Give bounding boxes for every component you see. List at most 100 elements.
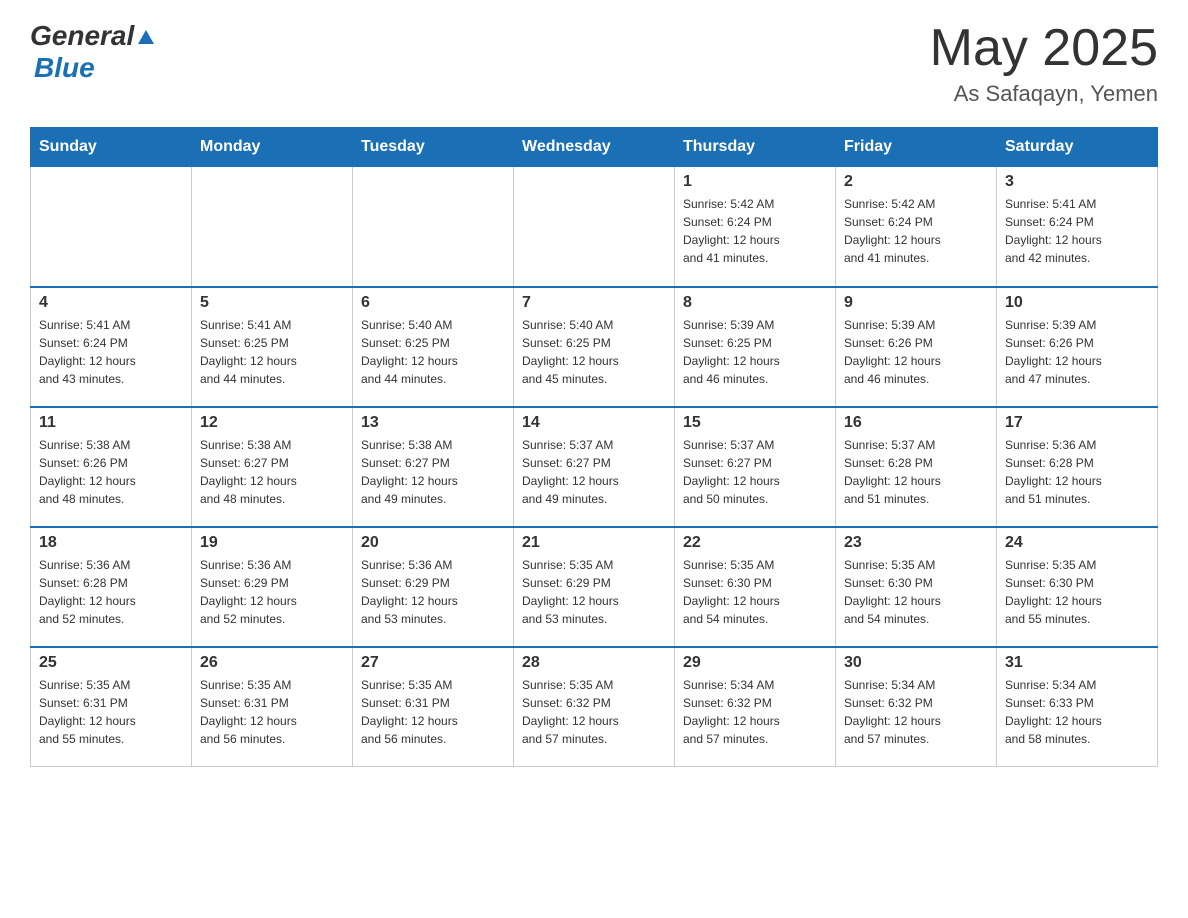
table-row: 31 Sunrise: 5:34 AM Sunset: 6:33 PM Dayli…: [997, 647, 1158, 767]
day-info: Sunrise: 5:37 AM Sunset: 6:28 PM Dayligh…: [844, 436, 988, 508]
day-info: Sunrise: 5:39 AM Sunset: 6:25 PM Dayligh…: [683, 316, 827, 388]
day-info: Sunrise: 5:34 AM Sunset: 6:32 PM Dayligh…: [844, 676, 988, 748]
day-number: 31: [1005, 654, 1149, 672]
day-info: Sunrise: 5:35 AM Sunset: 6:31 PM Dayligh…: [200, 676, 344, 748]
table-row: 30 Sunrise: 5:34 AM Sunset: 6:32 PM Dayli…: [836, 647, 997, 767]
table-row: 3Sunrise: 5:41 AM Sunset: 6:24 PM Daylig…: [997, 167, 1158, 287]
day-info: Sunrise: 5:36 AM Sunset: 6:29 PM Dayligh…: [361, 556, 505, 628]
day-info: Sunrise: 5:34 AM Sunset: 6:32 PM Dayligh…: [683, 676, 827, 748]
table-row: [192, 167, 353, 287]
table-row: 28 Sunrise: 5:35 AM Sunset: 6:32 PM Dayli…: [514, 647, 675, 767]
logo-blue-text: Blue: [34, 52, 95, 84]
day-number: 25: [39, 654, 183, 672]
day-number: 21: [522, 534, 666, 552]
page-header: General Blue May 2025 As Safaqayn, Yemen: [30, 20, 1158, 107]
location-subtitle: As Safaqayn, Yemen: [930, 81, 1158, 107]
day-info: Sunrise: 5:35 AM Sunset: 6:29 PM Dayligh…: [522, 556, 666, 628]
day-info: Sunrise: 5:41 AM Sunset: 6:24 PM Dayligh…: [1005, 195, 1149, 267]
col-monday: Monday: [192, 128, 353, 167]
day-number: 2: [844, 173, 988, 191]
col-thursday: Thursday: [675, 128, 836, 167]
calendar-week-row: 25 Sunrise: 5:35 AM Sunset: 6:31 PM Dayli…: [31, 647, 1158, 767]
table-row: 15 Sunrise: 5:37 AM Sunset: 6:27 PM Dayli…: [675, 407, 836, 527]
col-friday: Friday: [836, 128, 997, 167]
table-row: 27 Sunrise: 5:35 AM Sunset: 6:31 PM Dayli…: [353, 647, 514, 767]
table-row: 6Sunrise: 5:40 AM Sunset: 6:25 PM Daylig…: [353, 287, 514, 407]
day-number: 23: [844, 534, 988, 552]
table-row: 4Sunrise: 5:41 AM Sunset: 6:24 PM Daylig…: [31, 287, 192, 407]
day-number: 27: [361, 654, 505, 672]
day-info: Sunrise: 5:35 AM Sunset: 6:30 PM Dayligh…: [1005, 556, 1149, 628]
day-number: 15: [683, 414, 827, 432]
month-year-title: May 2025: [930, 20, 1158, 77]
day-info: Sunrise: 5:34 AM Sunset: 6:33 PM Dayligh…: [1005, 676, 1149, 748]
table-row: 1Sunrise: 5:42 AM Sunset: 6:24 PM Daylig…: [675, 167, 836, 287]
day-number: 28: [522, 654, 666, 672]
table-row: 14Sunrise: 5:37 AM Sunset: 6:27 PM Dayli…: [514, 407, 675, 527]
calendar-week-row: 4Sunrise: 5:41 AM Sunset: 6:24 PM Daylig…: [31, 287, 1158, 407]
table-row: 10 Sunrise: 5:39 AM Sunset: 6:26 PM Dayli…: [997, 287, 1158, 407]
table-row: 19 Sunrise: 5:36 AM Sunset: 6:29 PM Dayli…: [192, 527, 353, 647]
day-number: 11: [39, 414, 183, 432]
table-row: 2 Sunrise: 5:42 AM Sunset: 6:24 PM Daylig…: [836, 167, 997, 287]
day-info: Sunrise: 5:39 AM Sunset: 6:26 PM Dayligh…: [844, 316, 988, 388]
logo-general-text: General: [30, 20, 134, 52]
day-number: 8: [683, 294, 827, 312]
calendar-week-row: 18Sunrise: 5:36 AM Sunset: 6:28 PM Dayli…: [31, 527, 1158, 647]
table-row: 29 Sunrise: 5:34 AM Sunset: 6:32 PM Dayli…: [675, 647, 836, 767]
table-row: 13Sunrise: 5:38 AM Sunset: 6:27 PM Dayli…: [353, 407, 514, 527]
col-wednesday: Wednesday: [514, 128, 675, 167]
day-number: 14: [522, 414, 666, 432]
day-info: Sunrise: 5:41 AM Sunset: 6:24 PM Dayligh…: [39, 316, 183, 388]
table-row: 8 Sunrise: 5:39 AM Sunset: 6:25 PM Daylig…: [675, 287, 836, 407]
table-row: 22Sunrise: 5:35 AM Sunset: 6:30 PM Dayli…: [675, 527, 836, 647]
day-number: 17: [1005, 414, 1149, 432]
calendar-table: Sunday Monday Tuesday Wednesday Thursday…: [30, 127, 1158, 767]
table-row: 17 Sunrise: 5:36 AM Sunset: 6:28 PM Dayli…: [997, 407, 1158, 527]
day-info: Sunrise: 5:38 AM Sunset: 6:27 PM Dayligh…: [361, 436, 505, 508]
day-number: 29: [683, 654, 827, 672]
day-info: Sunrise: 5:38 AM Sunset: 6:26 PM Dayligh…: [39, 436, 183, 508]
table-row: 7Sunrise: 5:40 AM Sunset: 6:25 PM Daylig…: [514, 287, 675, 407]
day-info: Sunrise: 5:35 AM Sunset: 6:31 PM Dayligh…: [361, 676, 505, 748]
day-number: 22: [683, 534, 827, 552]
table-row: 25 Sunrise: 5:35 AM Sunset: 6:31 PM Dayli…: [31, 647, 192, 767]
table-row: 5Sunrise: 5:41 AM Sunset: 6:25 PM Daylig…: [192, 287, 353, 407]
day-number: 19: [200, 534, 344, 552]
logo: General Blue: [30, 20, 154, 84]
day-info: Sunrise: 5:36 AM Sunset: 6:29 PM Dayligh…: [200, 556, 344, 628]
col-sunday: Sunday: [31, 128, 192, 167]
table-row: 26 Sunrise: 5:35 AM Sunset: 6:31 PM Dayli…: [192, 647, 353, 767]
day-info: Sunrise: 5:38 AM Sunset: 6:27 PM Dayligh…: [200, 436, 344, 508]
col-saturday: Saturday: [997, 128, 1158, 167]
table-row: 9Sunrise: 5:39 AM Sunset: 6:26 PM Daylig…: [836, 287, 997, 407]
day-info: Sunrise: 5:35 AM Sunset: 6:31 PM Dayligh…: [39, 676, 183, 748]
day-number: 7: [522, 294, 666, 312]
day-info: Sunrise: 5:37 AM Sunset: 6:27 PM Dayligh…: [683, 436, 827, 508]
col-tuesday: Tuesday: [353, 128, 514, 167]
day-number: 30: [844, 654, 988, 672]
day-number: 16: [844, 414, 988, 432]
table-row: 21 Sunrise: 5:35 AM Sunset: 6:29 PM Dayli…: [514, 527, 675, 647]
day-number: 1: [683, 173, 827, 191]
day-number: 18: [39, 534, 183, 552]
day-info: Sunrise: 5:36 AM Sunset: 6:28 PM Dayligh…: [1005, 436, 1149, 508]
table-row: 20 Sunrise: 5:36 AM Sunset: 6:29 PM Dayli…: [353, 527, 514, 647]
title-section: May 2025 As Safaqayn, Yemen: [930, 20, 1158, 107]
day-info: Sunrise: 5:42 AM Sunset: 6:24 PM Dayligh…: [844, 195, 988, 267]
table-row: [514, 167, 675, 287]
day-number: 6: [361, 294, 505, 312]
table-row: [31, 167, 192, 287]
day-number: 20: [361, 534, 505, 552]
day-number: 26: [200, 654, 344, 672]
day-info: Sunrise: 5:35 AM Sunset: 6:32 PM Dayligh…: [522, 676, 666, 748]
day-info: Sunrise: 5:39 AM Sunset: 6:26 PM Dayligh…: [1005, 316, 1149, 388]
calendar-week-row: 1 Sunrise: 5:42 AM Sunset: 6:24 PM Daylig…: [31, 167, 1158, 287]
day-number: 5: [200, 294, 344, 312]
calendar-header-row: Sunday Monday Tuesday Wednesday Thursday…: [31, 128, 1158, 167]
table-row: 16 Sunrise: 5:37 AM Sunset: 6:28 PM Dayli…: [836, 407, 997, 527]
day-number: 10: [1005, 294, 1149, 312]
day-info: Sunrise: 5:35 AM Sunset: 6:30 PM Dayligh…: [844, 556, 988, 628]
day-number: 24: [1005, 534, 1149, 552]
calendar-week-row: 11 Sunrise: 5:38 AM Sunset: 6:26 PM Dayli…: [31, 407, 1158, 527]
